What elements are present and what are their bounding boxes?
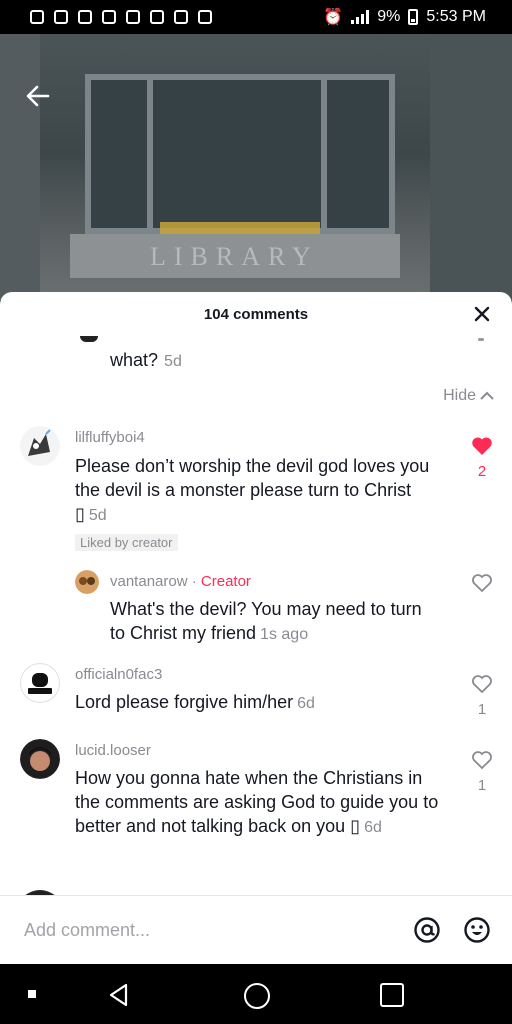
nav-indicator-icon <box>28 990 36 998</box>
reply-username[interactable]: vantanarow <box>110 573 188 590</box>
comment-username[interactable]: lucid.looser <box>75 742 151 759</box>
heart-outline-icon <box>472 675 492 694</box>
hide-label: Hide <box>443 387 476 404</box>
comment-time: 5d <box>88 507 107 524</box>
like-icon-partial <box>478 338 484 341</box>
nav-recents-icon[interactable] <box>380 983 404 1007</box>
like-count: 2 <box>477 463 487 480</box>
back-arrow-icon[interactable] <box>24 82 52 110</box>
twitter-icon <box>126 10 140 24</box>
comment-username[interactable]: lilfluffyboi4 <box>75 429 145 446</box>
reply-time: 1s ago <box>260 626 309 643</box>
sheet-header: 104 comments <box>0 292 512 336</box>
reply-username-line: vantanarow · Creator <box>110 573 251 590</box>
previous-reply[interactable]: what? 5d <box>110 350 182 371</box>
hide-replies-button[interactable]: Hide <box>443 387 494 405</box>
notification-icon <box>30 10 44 24</box>
comment-input[interactable]: Add comment... <box>24 920 150 941</box>
comments-count-title: 104 comments <box>203 305 309 323</box>
like-button[interactable]: 1 <box>470 750 494 794</box>
comment-text[interactable]: Lord please forgive him/her 6d <box>75 690 445 716</box>
comment-username[interactable]: officialn0fac3 <box>75 666 162 683</box>
tiktok-icon <box>78 10 92 24</box>
clock: 5:53 PM <box>426 8 486 25</box>
avatar[interactable] <box>20 739 60 779</box>
tiktok-icon <box>54 10 68 24</box>
heart-filled-icon <box>472 437 492 455</box>
mention-icon[interactable] <box>413 916 441 944</box>
reply-time: 5d <box>164 353 182 370</box>
separator-dot: · <box>191 573 197 590</box>
avatar[interactable] <box>20 426 60 466</box>
nav-home-icon[interactable] <box>244 983 270 1009</box>
signal-icon <box>351 10 370 24</box>
comment-body: Lord please forgive him/her <box>75 692 294 712</box>
comment-item: lilfluffyboi4 Please don’t worship the d… <box>0 422 512 552</box>
gallery-icon <box>150 10 164 24</box>
comment-body: How you gonna hate when the Christians i… <box>75 768 439 836</box>
liked-by-creator-badge: Liked by creator <box>75 534 178 551</box>
like-count: 1 <box>477 777 487 794</box>
avatar-partial <box>80 336 98 342</box>
library-sign-text: LIBRARY <box>150 242 319 271</box>
like-button[interactable] <box>470 573 494 598</box>
voicemail-icon <box>102 10 116 24</box>
reply-text[interactable]: What's the devil? You may need to turn t… <box>110 597 440 647</box>
emoji-icon[interactable] <box>463 916 491 944</box>
chevron-up-icon <box>480 391 494 400</box>
heart-outline-icon <box>472 751 492 770</box>
comment-composer: Add comment... <box>0 895 512 964</box>
comment-body: Please don’t worship the devil god loves… <box>75 456 430 524</box>
reply-item: vantanarow · Creator What's the devil? Y… <box>0 567 512 647</box>
comment-item: lucid.looser How you gonna hate when the… <box>0 738 512 878</box>
reply-text: what? <box>110 350 159 370</box>
video-player[interactable]: LIBRARY <box>0 34 512 300</box>
avatar[interactable] <box>20 663 60 703</box>
app-icon <box>198 10 212 24</box>
retweet-icon <box>174 10 188 24</box>
battery-icon <box>408 9 419 25</box>
close-icon[interactable] <box>472 304 492 324</box>
like-count: 1 <box>477 701 487 718</box>
comment-text[interactable]: Please don’t worship the devil god loves… <box>75 454 445 528</box>
comment-time: 6d <box>297 695 315 712</box>
comments-sheet: 104 comments what? 5d Hide lilfluffyboi4 … <box>0 292 512 964</box>
comment-text[interactable]: How you gonna hate when the Christians i… <box>75 766 450 840</box>
status-bar: ⏰ 9% 5:53 PM <box>0 0 512 34</box>
video-window <box>85 74 395 234</box>
like-button[interactable]: 2 <box>470 436 494 480</box>
video-pillar <box>430 34 512 300</box>
system-status: ⏰ 9% 5:53 PM <box>323 7 486 27</box>
video-pillar <box>0 34 40 300</box>
library-sign: LIBRARY <box>70 234 400 278</box>
heart-outline-icon <box>472 574 492 593</box>
comment-item: officialn0fac3 Lord please forgive him/h… <box>0 662 512 722</box>
avatar[interactable] <box>75 570 99 594</box>
creator-tag: Creator <box>200 573 251 590</box>
notification-icons <box>30 10 212 24</box>
system-nav-bar <box>0 964 512 1024</box>
alarm-icon: ⏰ <box>323 9 344 26</box>
battery-percent: 9% <box>377 8 401 25</box>
nav-back-icon[interactable] <box>106 982 132 1008</box>
like-button[interactable]: 1 <box>470 674 494 718</box>
comment-time: 6d <box>364 819 382 836</box>
